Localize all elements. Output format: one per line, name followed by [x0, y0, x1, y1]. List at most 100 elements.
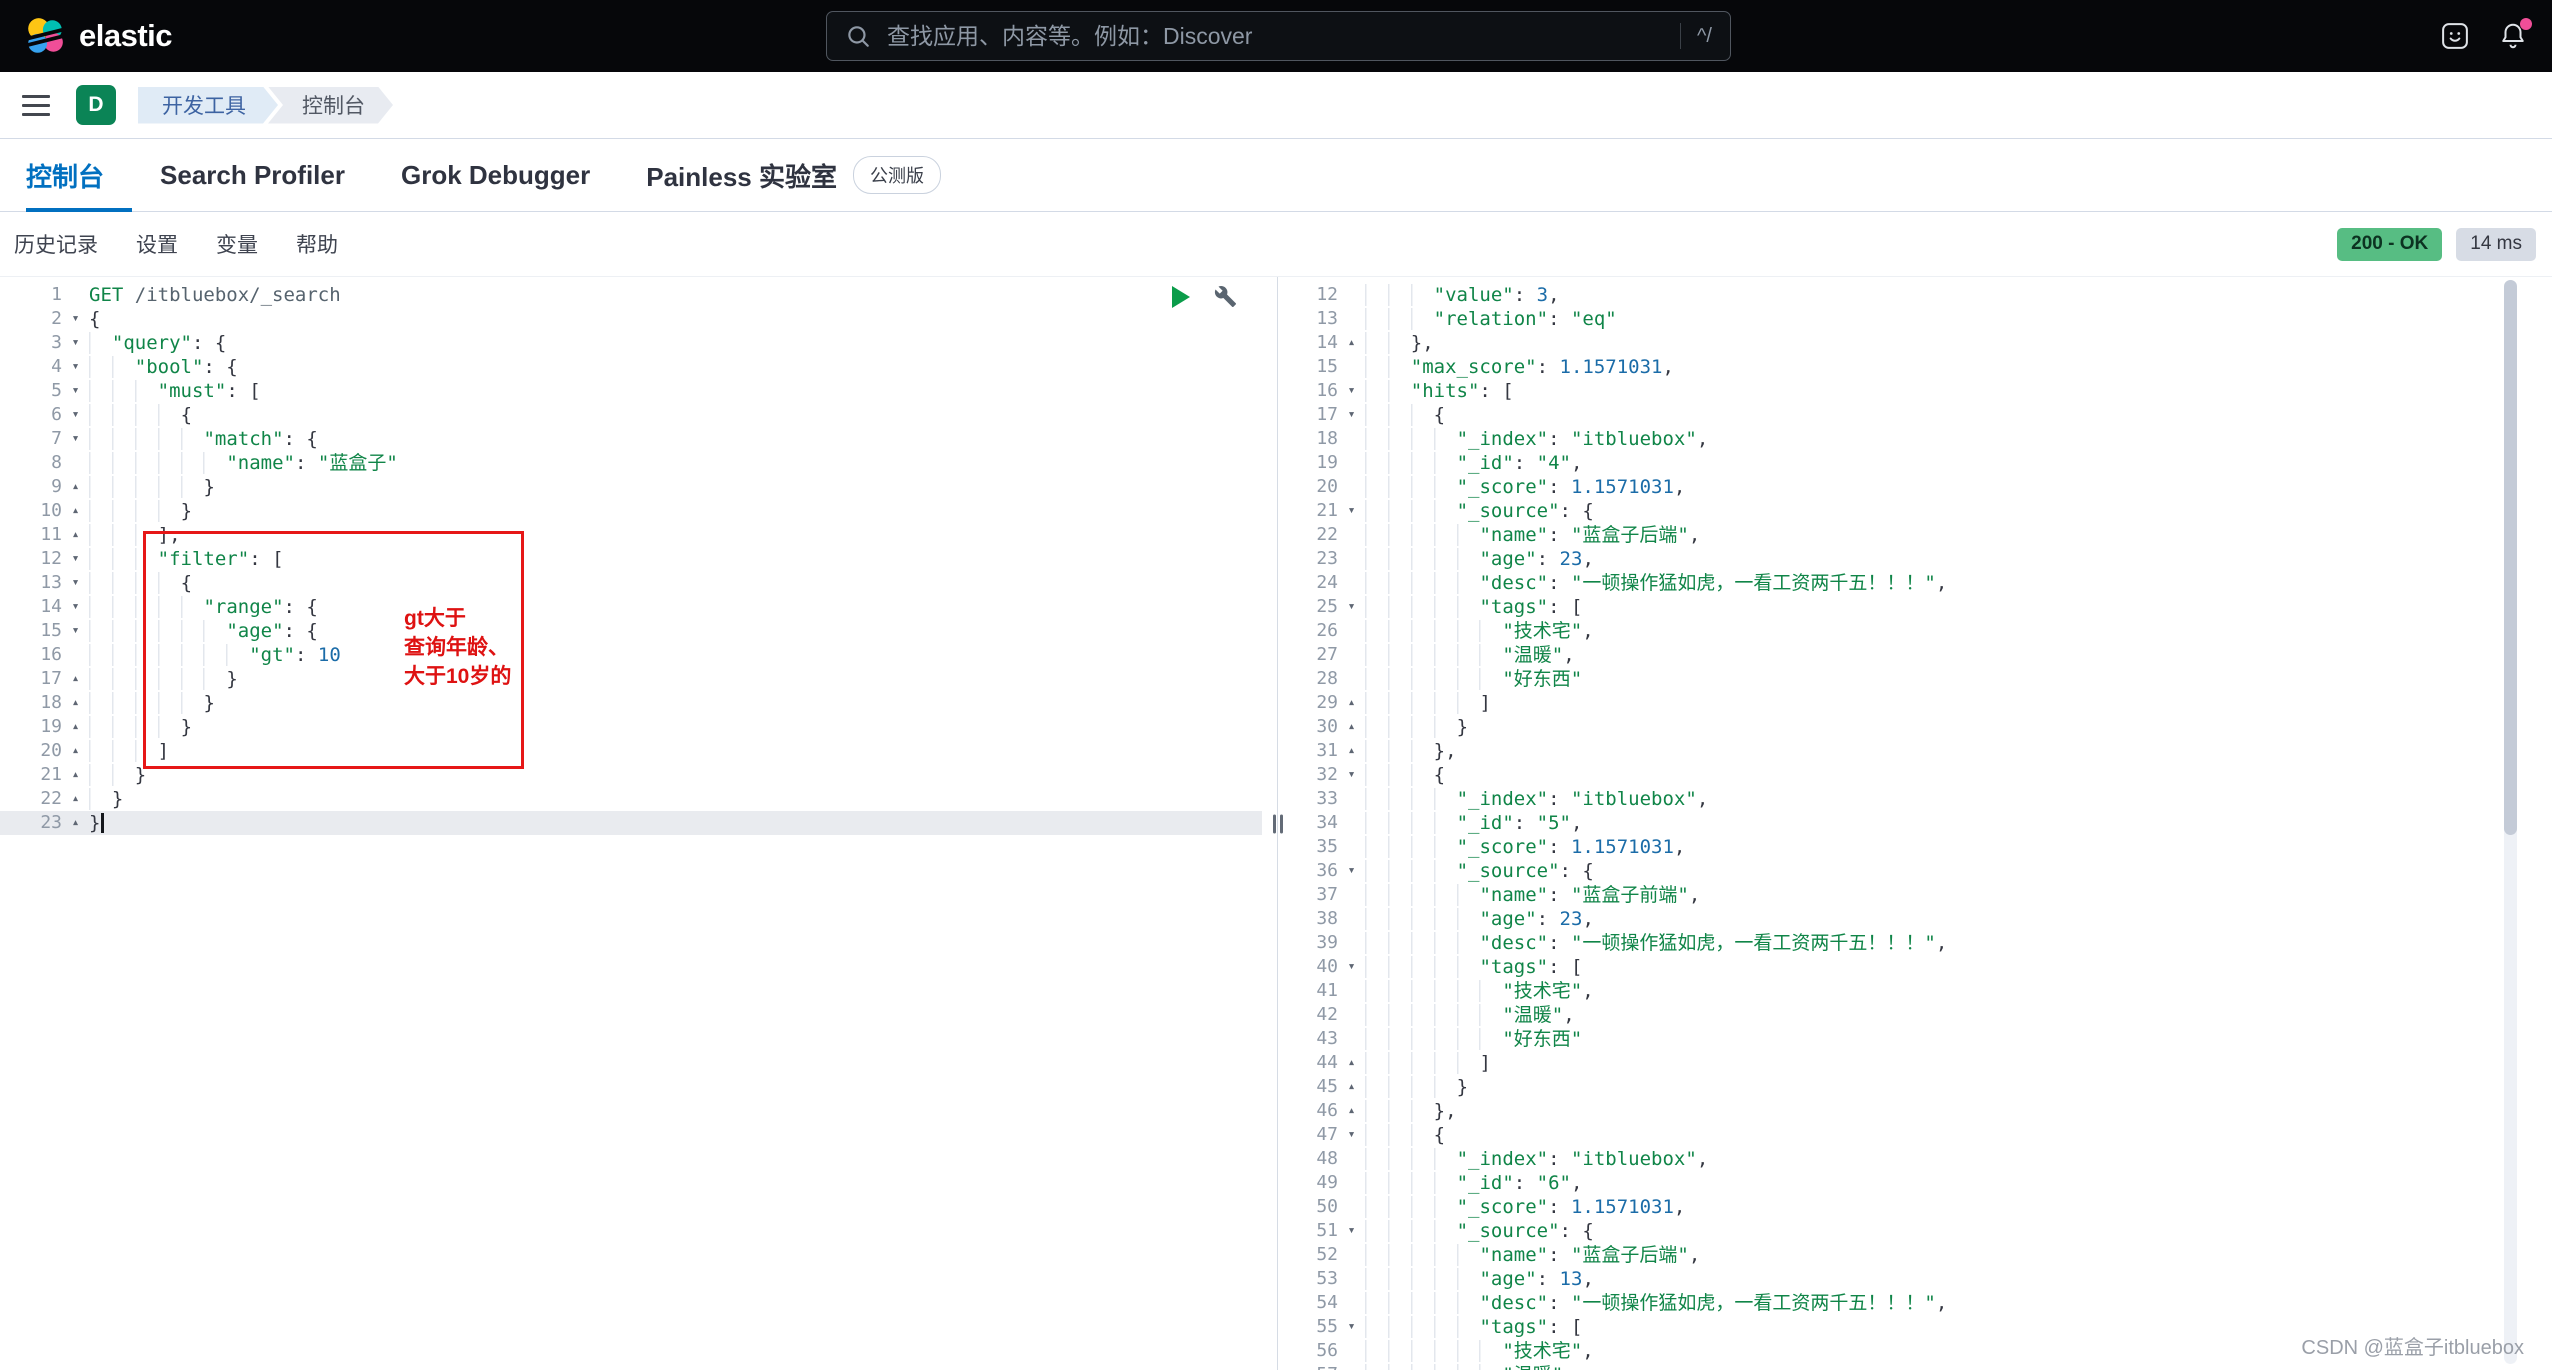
fold-arrow-icon[interactable]: ▾	[1338, 1123, 1365, 1147]
request-line[interactable]: 6 ▾ {	[0, 403, 1262, 427]
code-text: {	[89, 308, 101, 330]
request-line[interactable]: 4 ▾ "bool": {	[0, 355, 1262, 379]
fold-arrow-icon[interactable]: ▴	[1338, 1075, 1365, 1099]
request-line[interactable]: 11 ▴ ],	[0, 523, 1262, 547]
fold-arrow-icon[interactable]: ▴	[62, 475, 89, 499]
request-line[interactable]: 19 ▴ }	[0, 715, 1262, 739]
space-avatar[interactable]: D	[76, 85, 116, 125]
fold-arrow-icon[interactable]: ▴	[1338, 1051, 1365, 1075]
code-text: "name": "蓝盒子后端",	[1365, 1243, 1700, 1267]
request-line[interactable]: 3 ▾ "query": {	[0, 331, 1262, 355]
fold-arrow-icon[interactable]: ▴	[62, 811, 89, 835]
code-text: "_score": 1.1571031,	[1365, 475, 1685, 499]
console-workspace: 1 GET /itbluebox/_search 2 ▾{3 ▾ "query": {4…	[0, 277, 2552, 1370]
panel-resizer-handle[interactable]	[1273, 814, 1283, 833]
fold-arrow-icon[interactable]: ▾	[1338, 595, 1365, 619]
help-icon[interactable]	[2440, 21, 2470, 51]
fold-arrow-icon[interactable]: ▴	[62, 499, 89, 523]
fold-arrow-icon[interactable]: ▴	[1338, 739, 1365, 763]
tab-console[interactable]: 控制台	[26, 139, 133, 212]
global-search[interactable]: ^/	[826, 11, 1731, 61]
request-line[interactable]: 17 ▴ }	[0, 667, 1262, 691]
fold-arrow-icon[interactable]: ▾	[62, 427, 89, 451]
fold-arrow-icon[interactable]: ▴	[62, 715, 89, 739]
request-line[interactable]: 16 "gt": 10	[0, 643, 1262, 667]
request-line[interactable]: 2 ▾{	[0, 307, 1262, 331]
request-line[interactable]: 10 ▴ }	[0, 499, 1262, 523]
fold-arrow-icon[interactable]: ▾	[62, 619, 89, 643]
fold-arrow-icon[interactable]: ▴	[62, 739, 89, 763]
fold-arrow-icon[interactable]: ▾	[1338, 955, 1365, 979]
fold-arrow-icon[interactable]: ▴	[62, 763, 89, 787]
fold-arrow-icon[interactable]: ▾	[62, 595, 89, 619]
brand[interactable]: elastic	[0, 15, 173, 57]
fold-arrow-icon[interactable]: ▴	[1338, 691, 1365, 715]
wrench-icon[interactable]	[1214, 285, 1237, 308]
global-header: elastic ^/	[0, 0, 2552, 72]
fold-arrow-icon[interactable]: ▴	[1338, 715, 1365, 739]
response-line: 22 "name": "蓝盒子后端",	[1294, 523, 2516, 547]
fold-arrow-icon[interactable]: ▾	[62, 307, 89, 331]
fold-arrow-icon[interactable]: ▴	[62, 691, 89, 715]
response-line: 41 "技术宅",	[1294, 979, 2516, 1003]
request-editor-panel[interactable]: 1 GET /itbluebox/_search 2 ▾{3 ▾ "query": {4…	[0, 277, 1262, 1370]
request-line[interactable]: 7 ▾ "match": {	[0, 427, 1262, 451]
fold-arrow-icon[interactable]: ▾	[62, 571, 89, 595]
fold-arrow-icon[interactable]: ▴	[62, 667, 89, 691]
menu-variables[interactable]: 变量	[216, 229, 258, 259]
fold-arrow-icon[interactable]: ▾	[62, 355, 89, 379]
response-line: 31 ▴ },	[1294, 739, 2516, 763]
request-line[interactable]: 13 ▾ {	[0, 571, 1262, 595]
tab-search-profiler[interactable]: Search Profiler	[132, 139, 373, 211]
response-line: 12 "value": 3,	[1294, 283, 2516, 307]
menu-history[interactable]: 历史记录	[14, 229, 98, 259]
request-line[interactable]: 9 ▴ }	[0, 475, 1262, 499]
code-text: "技术宅",	[1365, 1339, 1594, 1363]
fold-arrow-icon[interactable]: ▾	[1338, 763, 1365, 787]
line-number: 6	[51, 404, 62, 425]
request-line[interactable]: 14 ▾ "range": {	[0, 595, 1262, 619]
notifications-icon[interactable]	[2498, 18, 2532, 51]
request-line[interactable]: 15 ▾ "age": {	[0, 619, 1262, 643]
menu-settings[interactable]: 设置	[136, 229, 178, 259]
fold-arrow-icon[interactable]: ▾	[1338, 1315, 1365, 1339]
line-number: 4	[51, 356, 62, 377]
fold-arrow-icon[interactable]: ▾	[62, 547, 89, 571]
search-input[interactable]	[885, 21, 1667, 51]
fold-arrow-icon[interactable]: ▾	[1338, 859, 1365, 883]
fold-arrow-icon[interactable]: ▾	[62, 379, 89, 403]
tab-painless-lab[interactable]: Painless 实验室 公测版	[618, 139, 969, 211]
code-text: "好东西"	[1365, 1027, 1582, 1051]
breadcrumb-dev-tools[interactable]: 开发工具	[138, 87, 278, 124]
response-line: 52 "name": "蓝盒子后端",	[1294, 1243, 2516, 1267]
fold-arrow-icon[interactable]: ▴	[62, 523, 89, 547]
fold-arrow-icon[interactable]: ▴	[1338, 331, 1365, 355]
fold-arrow-icon[interactable]: ▾	[1338, 1219, 1365, 1243]
fold-arrow-icon[interactable]: ▴	[1338, 1099, 1365, 1123]
menu-icon[interactable]	[22, 94, 50, 116]
fold-arrow-icon[interactable]: ▾	[62, 331, 89, 355]
menu-help[interactable]: 帮助	[296, 229, 338, 259]
brand-name: elastic	[79, 18, 173, 53]
beta-badge: 公测版	[853, 156, 941, 194]
request-line[interactable]: 22 ▴ }	[0, 787, 1262, 811]
request-line[interactable]: 18 ▴ }	[0, 691, 1262, 715]
request-line[interactable]: 21 ▴ }	[0, 763, 1262, 787]
request-line[interactable]: 23 ▴}	[0, 811, 1262, 835]
request-line[interactable]: 12 ▾ "filter": [	[0, 547, 1262, 571]
request-line[interactable]: 1 GET /itbluebox/_search	[0, 283, 1262, 307]
request-line[interactable]: 8 "name": "蓝盒子"	[0, 451, 1262, 475]
response-scrollbar-thumb[interactable]	[2504, 280, 2517, 835]
fold-arrow-icon[interactable]: ▾	[1338, 403, 1365, 427]
request-line[interactable]: 20 ▴ ]	[0, 739, 1262, 763]
fold-arrow-icon[interactable]: ▾	[1338, 379, 1365, 403]
code-text: "温暖",	[1365, 1363, 1575, 1370]
request-line[interactable]: 5 ▾ "must": [	[0, 379, 1262, 403]
fold-arrow-icon[interactable]: ▾	[1338, 499, 1365, 523]
fold-arrow-icon[interactable]: ▴	[62, 787, 89, 811]
tab-grok-debugger[interactable]: Grok Debugger	[373, 139, 618, 211]
send-request-icon[interactable]	[1172, 285, 1190, 308]
fold-arrow-icon[interactable]: ▾	[62, 403, 89, 427]
response-scrollbar-track[interactable]	[2504, 280, 2517, 1364]
